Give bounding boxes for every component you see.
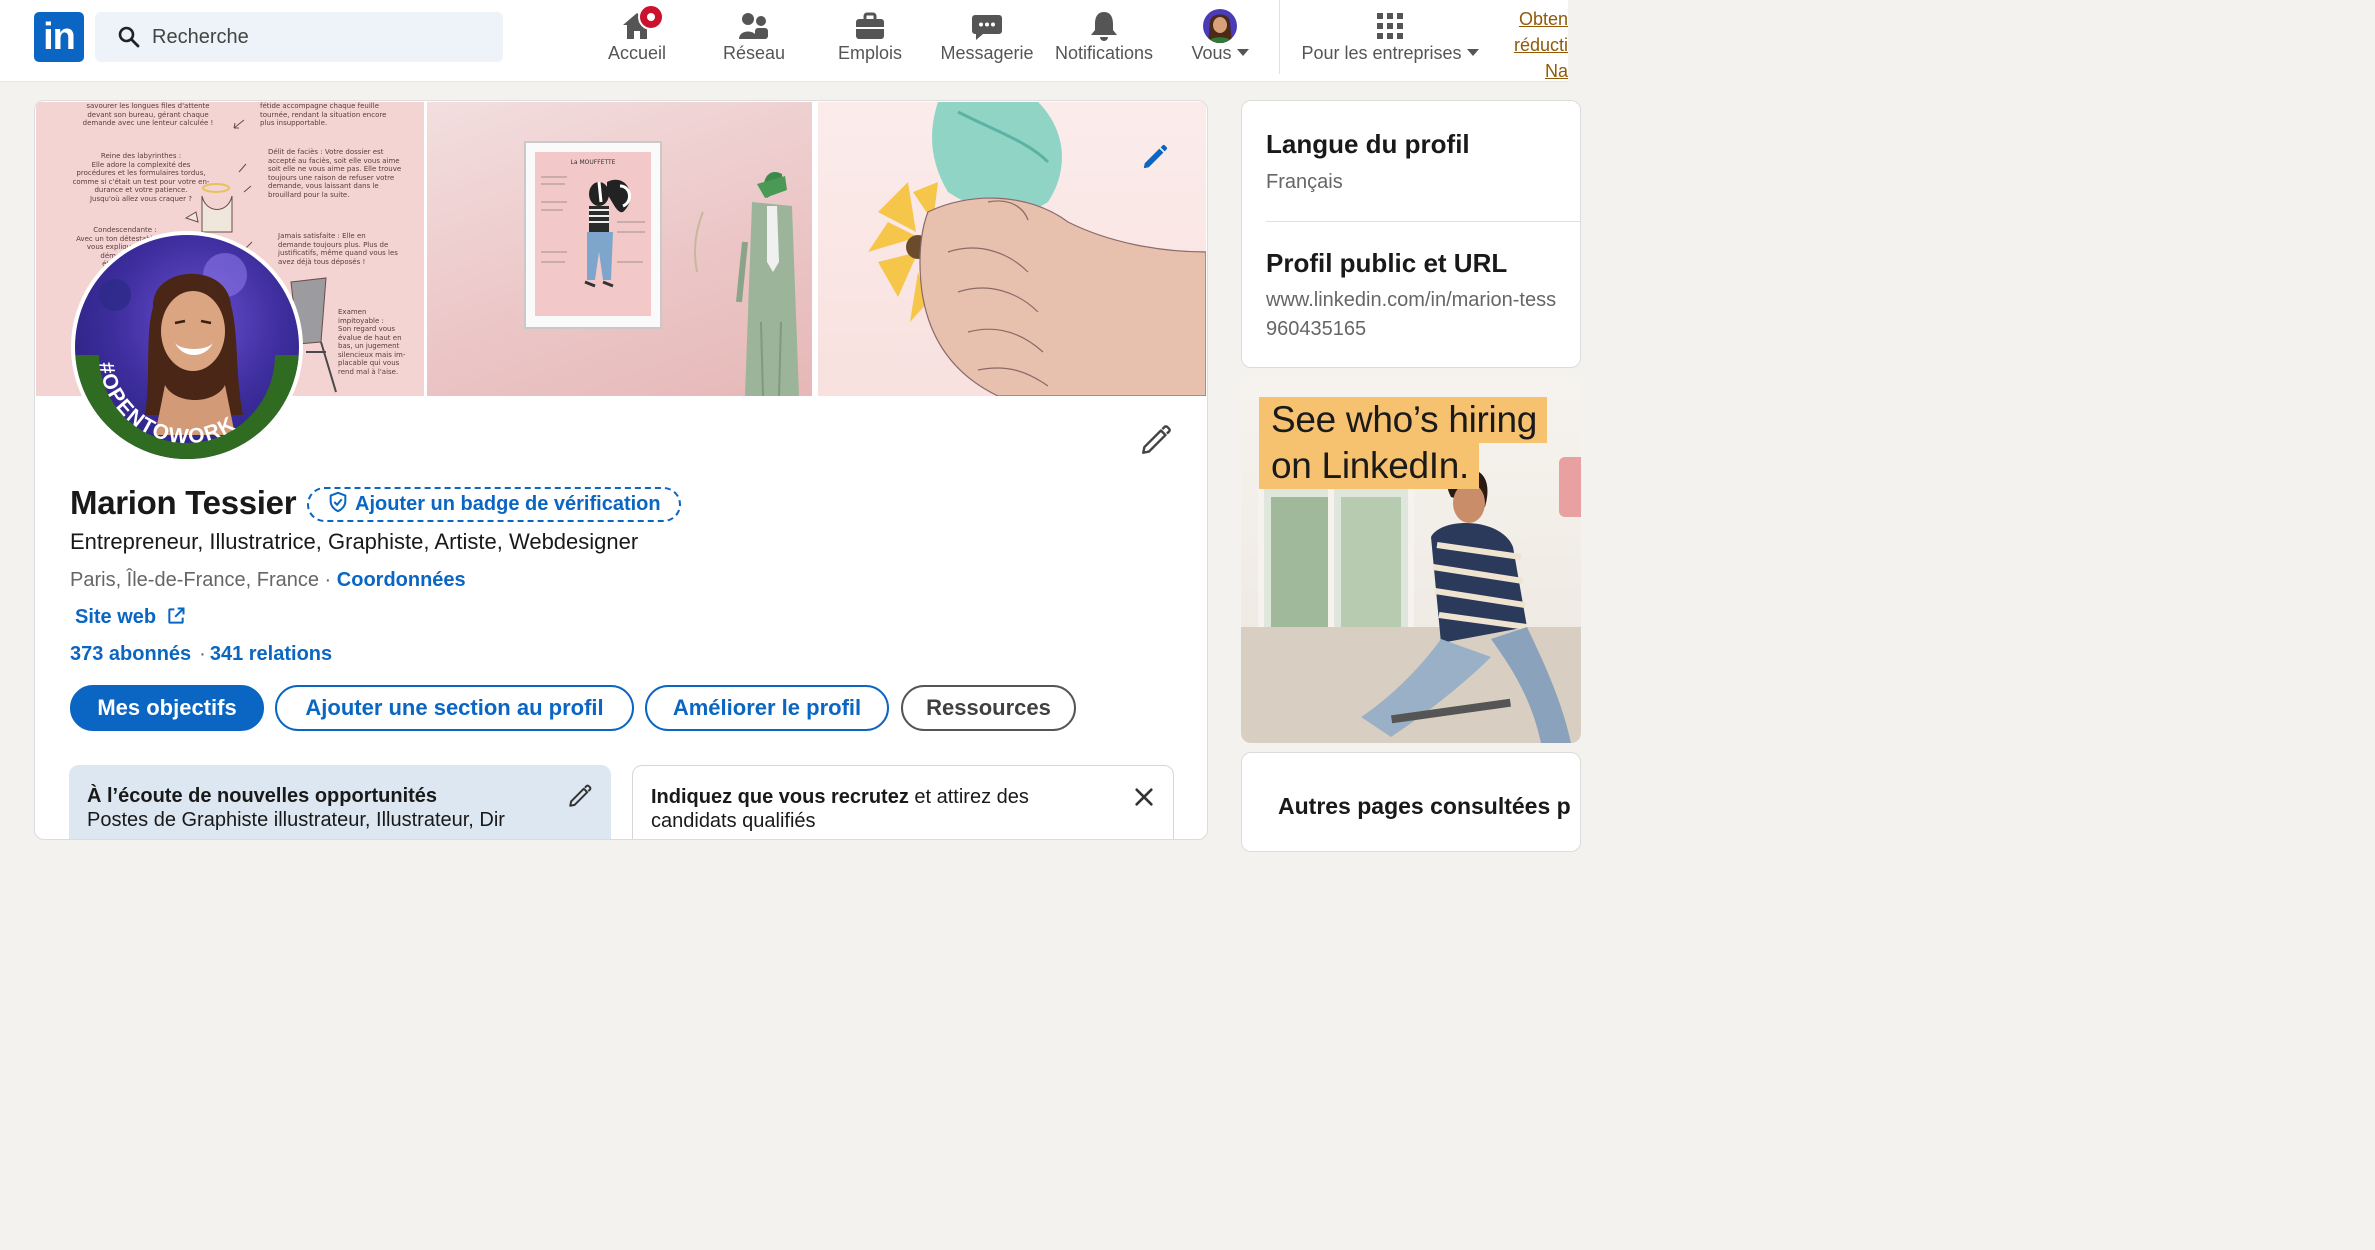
other-pages-title: Autres pages consultées p	[1278, 793, 1571, 819]
top-navigation-bar: in Accueil Réseau Emplois Messagerie Not…	[0, 0, 1568, 82]
profile-language-value: Français	[1266, 171, 1343, 193]
banner-framed-poster-illustration: La MOUFFETTE	[524, 141, 799, 396]
nav-divider	[1279, 0, 1280, 74]
open-to-work-subtitle: Postes de Graphiste illustrateur, Illust…	[87, 809, 505, 831]
premium-offer-link[interactable]: Obten réducti Na	[1500, 6, 1568, 84]
edit-profile-icon[interactable]	[1139, 423, 1173, 457]
nav-for-business[interactable]: Pour les entreprises	[1290, 0, 1490, 82]
add-verification-badge-button[interactable]: Ajouter un badge de vérification	[307, 487, 681, 522]
nav-me[interactable]: Vous	[1180, 0, 1260, 82]
improve-profile-button[interactable]: Améliorer le profil	[645, 685, 889, 731]
nav-notifications[interactable]: Notifications	[1050, 0, 1158, 82]
website-link[interactable]: Site web	[75, 606, 186, 629]
user-avatar-icon	[1203, 9, 1237, 43]
premium-offer-line-3: Na	[1544, 61, 1568, 81]
profile-location: Paris, Île-de-France, France	[70, 569, 319, 591]
profile-settings-card: Langue du profil Français Profil public …	[1241, 100, 1581, 368]
shield-check-icon	[329, 491, 347, 513]
ad-headline-line-1: See who’s hiring	[1259, 397, 1548, 443]
hiring-card-rest: et attirez des	[908, 786, 1029, 808]
profile-name: Marion Tessier	[70, 484, 297, 521]
nav-for-business-label: Pour les entreprises	[1290, 43, 1490, 64]
edit-banner-icon[interactable]	[1140, 142, 1170, 172]
nav-network-label: Réseau	[722, 43, 786, 63]
profile-language-title: Langue du profil	[1266, 129, 1470, 159]
profile-location-row: Paris, Île-de-France, France · Coordonné…	[70, 569, 466, 592]
contact-info-link[interactable]: Coordonnées	[337, 569, 466, 591]
edit-open-to-work-icon[interactable]	[567, 783, 593, 809]
nav-messaging[interactable]: Messagerie	[940, 0, 1034, 82]
external-link-icon	[168, 607, 185, 624]
open-to-work-card[interactable]: À l’écoute de nouvelles opportunités Pos…	[69, 765, 611, 839]
nav-me-label: Vous	[1180, 43, 1260, 64]
search-input[interactable]	[152, 22, 482, 52]
poster-title: La MOUFFETTE	[571, 159, 616, 166]
profile-photo-illustration: #OPENTOWORK	[75, 253, 299, 459]
profile-photo-image: #OPENTOWORK	[75, 235, 299, 459]
network-icon	[739, 13, 768, 39]
search-bar[interactable]	[95, 12, 503, 62]
nav-home-label: Accueil	[607, 43, 667, 63]
apps-grid-icon	[1377, 13, 1403, 39]
public-profile-title: Profil public et URL	[1266, 248, 1508, 278]
hiring-card-text: Indiquez que vous recrutez et attirez de…	[651, 786, 1029, 809]
profile-headline: Entrepreneur, Illustratrice, Graphiste, …	[70, 529, 639, 554]
open-to-work-title: À l’écoute de nouvelles opportunités	[87, 785, 438, 807]
profile-photo[interactable]: #OPENTOWORK	[71, 231, 303, 463]
hiring-card[interactable]: Indiquez que vous recrutez et attirez de…	[632, 765, 1174, 839]
hiring-card-bold: Indiquez que vous recrutez	[651, 786, 909, 808]
public-profile-url-line-1: www.linkedin.com/in/marion-tess	[1266, 289, 1557, 311]
add-verification-badge-label: Ajouter un badge de vérification	[355, 493, 661, 515]
premium-offer-line-2: réducti	[1513, 35, 1568, 55]
notification-badge	[638, 4, 664, 30]
other-pages-card: Autres pages consultées p	[1241, 752, 1581, 852]
hiring-card-line2: candidats qualifiés	[651, 810, 816, 832]
search-icon	[118, 26, 140, 48]
hiring-ad-banner[interactable]: See who’s hiring on LinkedIn.	[1241, 377, 1581, 743]
connections-link[interactable]: 341 relations	[210, 643, 332, 665]
divider	[1266, 221, 1580, 222]
premium-offer-line-1: Obten	[1518, 9, 1568, 29]
banner-panel-framed-poster: La MOUFFETTE	[427, 102, 812, 396]
add-profile-section-button[interactable]: Ajouter une section au profil	[275, 685, 634, 731]
briefcase-icon	[856, 12, 884, 39]
chevron-down-icon	[1236, 49, 1249, 56]
nav-jobs[interactable]: Emplois	[830, 0, 910, 82]
public-profile-url-line-2: 960435165	[1266, 318, 1367, 340]
nav-network[interactable]: Réseau	[714, 0, 794, 82]
website-link-label: Site web	[75, 606, 157, 628]
nav-for-business-text: Pour les entreprises	[1301, 43, 1462, 63]
nav-jobs-label: Emplois	[837, 43, 903, 63]
linkedin-logo[interactable]: in	[34, 12, 84, 62]
my-goals-button[interactable]: Mes objectifs	[70, 685, 264, 731]
location-separator: ·	[324, 569, 332, 591]
bell-icon	[1091, 12, 1117, 41]
resources-button[interactable]: Ressources	[901, 685, 1076, 731]
nav-messaging-label: Messagerie	[940, 43, 1034, 63]
nav-home[interactable]: Accueil	[597, 0, 677, 82]
messaging-icon	[972, 15, 1002, 40]
ad-headline-line-2: on LinkedIn.	[1259, 443, 1480, 489]
stats-separator: ·	[199, 643, 206, 665]
close-icon[interactable]	[1133, 786, 1155, 808]
public-profile-url[interactable]: www.linkedin.com/in/marion-tess 96043516…	[1266, 286, 1556, 344]
followers-link[interactable]: 373 abonnés	[70, 643, 191, 665]
profile-stats: 373 abonnés · 341 relations	[70, 643, 332, 666]
profile-top-card: savourer les longues files d'attente deva…	[34, 100, 1208, 840]
chevron-down-icon	[1466, 49, 1479, 56]
nav-me-text: Vous	[1191, 43, 1232, 63]
nav-notifications-label: Notifications	[1054, 43, 1154, 63]
